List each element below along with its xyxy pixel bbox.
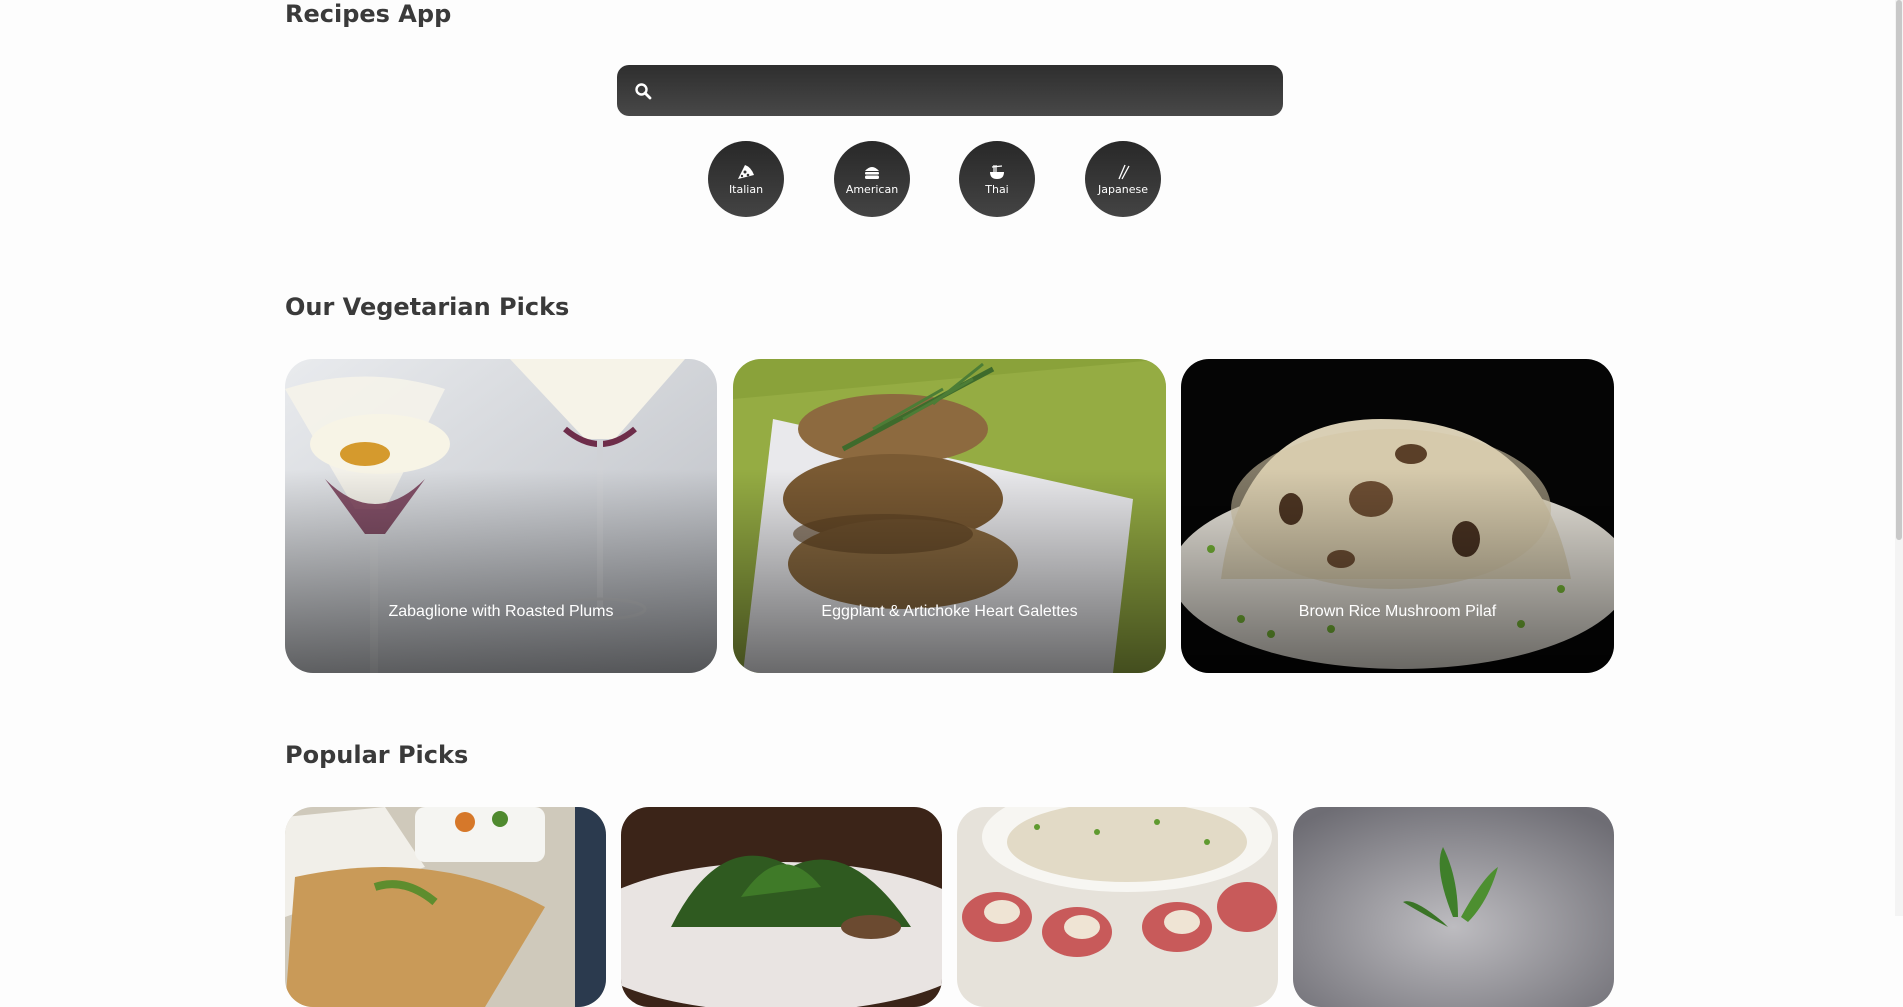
recipe-image bbox=[285, 807, 606, 1007]
app-title: Recipes App bbox=[285, 0, 452, 28]
recipe-card[interactable]: Eggplant & Artichoke Heart Galettes bbox=[733, 359, 1166, 673]
burger-icon bbox=[865, 166, 879, 179]
scrollbar-thumb[interactable] bbox=[1896, 0, 1902, 540]
search-input[interactable] bbox=[669, 65, 1273, 118]
category-label: American bbox=[845, 182, 899, 196]
recipe-card[interactable]: Brown Rice Mushroom Pilaf bbox=[1181, 359, 1614, 673]
category-label: Japanese bbox=[1098, 182, 1148, 196]
recipe-image bbox=[957, 807, 1278, 1007]
category-american[interactable]: American bbox=[834, 141, 910, 217]
popular-recipe-card[interactable] bbox=[621, 807, 942, 1007]
category-label: Thai bbox=[985, 182, 1009, 196]
chopsticks-icon bbox=[1118, 164, 1130, 179]
scrollbar[interactable] bbox=[1895, 0, 1903, 916]
recipe-image bbox=[1293, 807, 1614, 1007]
popular-section-title: Popular Picks bbox=[285, 741, 469, 769]
category-italian[interactable]: Italian bbox=[708, 141, 784, 217]
popular-recipe-card[interactable] bbox=[957, 807, 1278, 1007]
category-label: Italian bbox=[728, 182, 764, 196]
search-bar[interactable] bbox=[617, 65, 1283, 118]
recipe-title: Zabaglione with Roasted Plums bbox=[388, 603, 614, 620]
recipe-image bbox=[621, 807, 942, 1007]
recipe-title: Eggplant & Artichoke Heart Galettes bbox=[821, 603, 1078, 620]
category-thai[interactable]: Thai bbox=[959, 141, 1035, 217]
popular-recipe-card[interactable] bbox=[285, 807, 606, 1007]
category-list: Italian American Thai Japanese bbox=[708, 141, 1161, 218]
recipe-title: Brown Rice Mushroom Pilaf bbox=[1298, 603, 1497, 620]
vegetarian-section-title: Our Vegetarian Picks bbox=[285, 293, 570, 321]
recipe-card[interactable]: Zabaglione with Roasted Plums bbox=[285, 359, 717, 673]
search-icon bbox=[635, 83, 652, 100]
popular-recipe-card[interactable] bbox=[1293, 807, 1614, 1007]
noodle-bowl-icon bbox=[990, 164, 1004, 179]
category-japanese[interactable]: Japanese bbox=[1085, 141, 1161, 217]
pizza-icon bbox=[738, 164, 754, 179]
